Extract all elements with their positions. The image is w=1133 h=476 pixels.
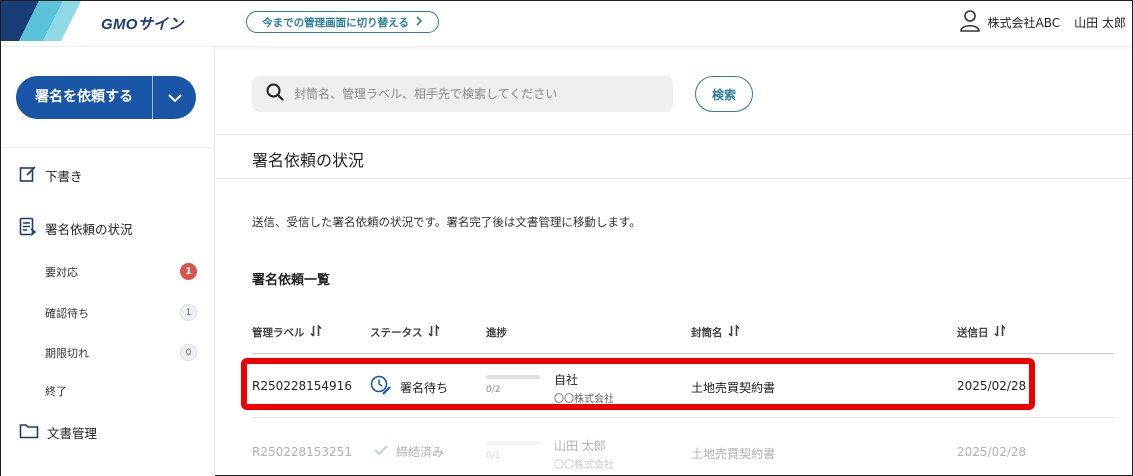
- sidebar-divider: [1, 147, 215, 148]
- user-name: 山田 太郎: [1074, 15, 1126, 30]
- pending-signature-icon: [370, 375, 392, 400]
- sidebar-subitem-label: 終了: [45, 385, 67, 398]
- row-date: 2025/02/28: [957, 445, 1027, 459]
- sidebar-subitem-label: 確認待ち: [45, 306, 89, 320]
- count-badge: 1: [180, 304, 197, 321]
- page-description: 送信、受信した署名依頼の状況です。署名完了後は文書管理に移動します。: [252, 215, 641, 229]
- column-header-label[interactable]: 管理ラベル: [252, 324, 322, 340]
- progress-bar: [486, 375, 540, 379]
- sidebar-subitem-action-required[interactable]: 要対応 1: [45, 263, 197, 280]
- search-input[interactable]: [294, 87, 654, 101]
- row-date: 2025/02/28: [957, 379, 1027, 393]
- table-header-divider: [252, 353, 1114, 354]
- edit-icon: [19, 165, 37, 186]
- table-row[interactable]: R250228153251 締結済み 0/1 山田 太郎 〇〇株式会社 土地売買…: [252, 419, 1114, 476]
- progress-bar: [486, 441, 540, 445]
- request-signature-button[interactable]: 署名を依頼する: [16, 76, 196, 119]
- row-sender: 山田 太郎 〇〇株式会社: [554, 439, 614, 471]
- row-status: 署名待ち: [370, 375, 448, 400]
- column-header-progress: 進捗: [486, 327, 507, 339]
- list-title: 署名依頼一覧: [252, 273, 331, 288]
- sidebar-item-label: 署名依頼の状況: [45, 222, 133, 237]
- row-envelope: 土地売買契約書: [691, 381, 776, 395]
- count-badge: 0: [180, 344, 197, 361]
- row-sender: 自社 〇〇株式会社: [554, 373, 614, 405]
- sort-icon: [427, 324, 440, 340]
- row-divider: [252, 417, 1114, 418]
- sort-icon: [727, 324, 740, 340]
- brand-name: GMOサイン: [101, 16, 184, 33]
- switch-ui-label: 今までの管理画面に切り替える: [262, 16, 409, 29]
- count-badge: 1: [180, 263, 197, 280]
- request-signature-label: 署名を依頼する: [16, 76, 153, 119]
- column-header-status[interactable]: ステータス: [370, 324, 440, 340]
- row-envelope: 土地売買契約書: [691, 447, 776, 461]
- sidebar-item-label: 下書き: [45, 169, 83, 184]
- sort-icon: [993, 324, 1006, 340]
- sidebar-item-document-management[interactable]: 文書管理: [19, 423, 97, 442]
- sidebar-subitem-expired[interactable]: 期限切れ 0: [45, 344, 197, 361]
- progress-text: 0/2: [486, 385, 501, 395]
- table-row[interactable]: R250228154916 署名待ち 0/2 自社 〇〇株式会社 土地売買契約書…: [252, 357, 1114, 415]
- user-icon: [959, 9, 980, 35]
- header: GMOサイン 今までの管理画面に切り替える 株式会社ABC 山田 太郎: [1, 1, 1132, 47]
- user-company: 株式会社ABC: [987, 15, 1061, 30]
- row-label: R250228153251: [252, 445, 352, 459]
- folder-icon: [19, 423, 39, 442]
- divider: [216, 178, 1132, 179]
- sidebar-subitem-label: 期限切れ: [45, 346, 89, 360]
- divider: [216, 134, 1132, 135]
- column-header-sent-date[interactable]: 送信日: [957, 324, 1006, 340]
- sidebar-subitem-awaiting-confirmation[interactable]: 確認待ち 1: [45, 304, 197, 321]
- logo-icon: [1, 1, 81, 41]
- search-button[interactable]: 検索: [695, 76, 753, 112]
- progress-text: 0/1: [486, 451, 501, 461]
- column-header-envelope[interactable]: 封筒名: [691, 324, 740, 340]
- search-icon: [266, 83, 284, 105]
- check-icon: [374, 444, 388, 459]
- sidebar-item-drafts[interactable]: 下書き: [19, 165, 83, 186]
- row-status: 締結済み: [374, 443, 444, 460]
- sidebar-item-request-status[interactable]: 署名依頼の状況: [19, 217, 133, 240]
- sidebar-item-label: 文書管理: [47, 426, 98, 441]
- document-status-icon: [19, 217, 37, 240]
- page-title: 署名依頼の状況: [252, 151, 365, 170]
- sidebar-subitem-finished[interactable]: 終了: [45, 383, 197, 399]
- sidebar: 署名を依頼する 下書き 署名依頼の状況 要対応 1 確認待ち 1 期限切れ 0 …: [1, 47, 215, 476]
- switch-ui-button[interactable]: 今までの管理画面に切り替える: [246, 11, 439, 33]
- chevron-right-icon: [415, 15, 423, 29]
- chevron-down-icon[interactable]: [153, 93, 196, 103]
- row-label: R250228154916: [252, 379, 352, 393]
- search-bar: [252, 76, 673, 112]
- sidebar-subitem-label: 要対応: [45, 265, 78, 279]
- sort-icon: [309, 324, 322, 340]
- user-menu[interactable]: 株式会社ABC 山田 太郎: [959, 9, 1126, 35]
